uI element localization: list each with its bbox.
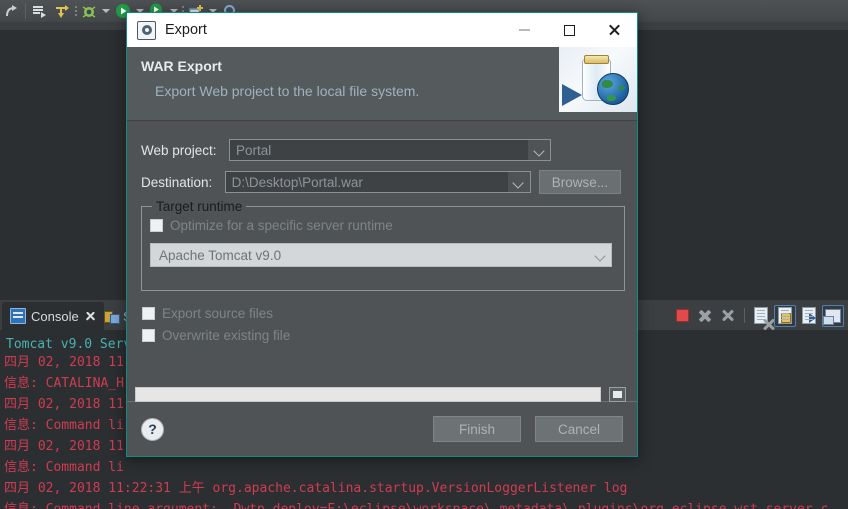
- forward-arrow-icon[interactable]: [0, 1, 22, 21]
- progress-bar: [135, 386, 601, 402]
- console-line: 四月 02, 2018 11:22:31 上午 org.apache.catal…: [4, 481, 628, 496]
- console-toolbar-separator: [744, 308, 745, 323]
- cancel-button[interactable]: Cancel: [535, 416, 623, 442]
- target-runtime-group: Target runtime Optimize for a specific s…: [141, 199, 625, 291]
- chevron-down-icon[interactable]: [589, 251, 611, 260]
- browse-button[interactable]: Browse...: [538, 170, 621, 194]
- debug-icon[interactable]: [78, 1, 100, 21]
- dialog-action-buttons: Finish Cancel: [433, 416, 623, 442]
- dialog-title: Export: [165, 22, 207, 38]
- export-source-files-label: Export source files: [162, 306, 274, 321]
- destination-combobox[interactable]: D:\Desktop\Portal.war: [224, 171, 531, 193]
- web-project-row: Web project: Portal: [141, 139, 621, 161]
- overwrite-existing-file-label: Overwrite existing file: [162, 328, 291, 343]
- runtime-combobox[interactable]: Apache Tomcat v9.0: [150, 243, 612, 267]
- close-icon: [608, 24, 621, 37]
- help-button[interactable]: ?: [141, 417, 164, 441]
- console-icon: [10, 308, 26, 324]
- display-selected-console-icon[interactable]: [822, 304, 844, 327]
- run-external-tools-icon[interactable]: [29, 1, 51, 21]
- overwrite-existing-file-checkbox[interactable]: [142, 329, 155, 342]
- window-buttons: [502, 13, 637, 47]
- remove-all-terminated-icon[interactable]: [718, 306, 738, 326]
- screen: Console S: [0, 0, 848, 509]
- tab-console-label: Console: [31, 308, 79, 324]
- console-line: 信息: Command line argument: -Dwtp.deploy=…: [4, 499, 848, 509]
- web-project-label: Web project:: [141, 142, 217, 158]
- dialog-body: Web project: Portal Destination: D:\Desk…: [127, 121, 637, 403]
- debug-dropdown-caret-icon[interactable]: [100, 1, 112, 21]
- export-source-files-row[interactable]: Export source files: [142, 306, 273, 321]
- war-jar-globe-icon: [559, 47, 637, 112]
- servers-icon: [104, 309, 120, 324]
- optimize-runtime-checkbox[interactable]: [150, 219, 163, 232]
- progress-row: [135, 385, 631, 403]
- runtime-value: Apache Tomcat v9.0: [159, 247, 282, 263]
- export-source-files-checkbox[interactable]: [142, 307, 155, 320]
- destination-row: Destination: D:\Desktop\Portal.war Brows…: [141, 170, 621, 194]
- console-line: 信息: Command li: [4, 460, 124, 475]
- skip-breakpoints-icon[interactable]: [51, 1, 73, 21]
- optimize-runtime-checkbox-row[interactable]: Optimize for a specific server runtime: [150, 218, 393, 233]
- export-dialog: Export WAR Export Export Web project to …: [126, 12, 638, 457]
- terminate-icon[interactable]: [672, 306, 692, 326]
- maximize-button[interactable]: [547, 13, 592, 47]
- web-project-combobox[interactable]: Portal: [229, 139, 551, 161]
- chevron-down-icon[interactable]: [507, 172, 530, 192]
- progress-cancel-icon[interactable]: [609, 386, 626, 402]
- console-toolbar: [672, 304, 844, 327]
- web-project-value: Portal: [236, 142, 272, 158]
- clear-console-icon[interactable]: [751, 306, 771, 326]
- finish-button[interactable]: Finish: [433, 416, 521, 442]
- minimize-button[interactable]: [502, 13, 547, 47]
- close-button[interactable]: [592, 13, 637, 47]
- scroll-lock-icon[interactable]: [774, 304, 796, 327]
- tab-console[interactable]: Console: [2, 302, 104, 330]
- dialog-footer: ? Finish Cancel: [127, 401, 637, 456]
- optimize-runtime-label: Optimize for a specific server runtime: [170, 218, 393, 233]
- dialog-description: Export Web project to the local file sys…: [155, 83, 420, 99]
- destination-label: Destination:: [141, 174, 213, 190]
- export-gear-icon: [137, 20, 156, 40]
- remove-launch-icon[interactable]: [695, 306, 715, 326]
- destination-value: D:\Desktop\Portal.war: [231, 174, 363, 190]
- dialog-title-bar[interactable]: Export: [127, 13, 637, 47]
- tab-console-close-icon[interactable]: [84, 310, 96, 322]
- minimize-icon: [519, 29, 530, 31]
- target-runtime-title: Target runtime: [152, 199, 247, 214]
- toolbar-separator: [25, 3, 26, 19]
- overwrite-existing-file-row[interactable]: Overwrite existing file: [142, 328, 290, 343]
- maximize-icon: [564, 24, 575, 36]
- dialog-header: WAR Export Export Web project to the loc…: [127, 47, 637, 121]
- show-console-on-output-icon[interactable]: [799, 306, 819, 326]
- dialog-heading: WAR Export: [141, 58, 222, 74]
- chevron-down-icon[interactable]: [528, 140, 550, 160]
